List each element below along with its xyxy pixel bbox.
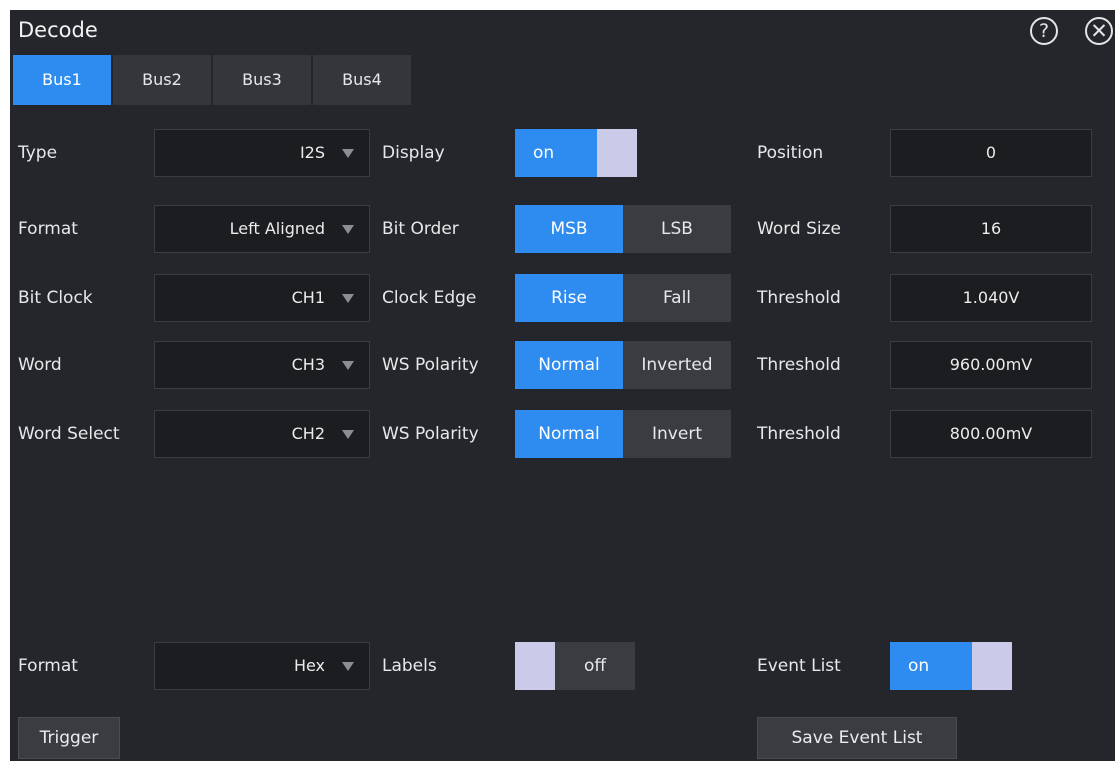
labels-label: Labels bbox=[382, 656, 437, 676]
ws-polarity-normal[interactable]: Normal bbox=[515, 410, 623, 458]
ws-polarity-invert[interactable]: Invert bbox=[623, 410, 731, 458]
display-format-value: Hex bbox=[293, 656, 325, 675]
word-label: Word bbox=[18, 355, 62, 375]
ws-polarity-label: WS Polarity bbox=[382, 424, 479, 444]
chevron-down-icon bbox=[342, 149, 354, 158]
labels-toggle-knob[interactable] bbox=[515, 642, 555, 690]
display-toggle[interactable]: on bbox=[515, 129, 597, 177]
word-select-dropdown[interactable]: CH2 bbox=[154, 410, 370, 458]
event-list-label: Event List bbox=[757, 656, 841, 676]
tab-bus3[interactable]: Bus3 bbox=[213, 55, 311, 105]
labels-toggle[interactable]: off bbox=[555, 642, 635, 690]
threshold-input[interactable]: 800.00mV bbox=[890, 410, 1092, 458]
save-event-list-button[interactable]: Save Event List bbox=[757, 717, 957, 759]
word-value: CH3 bbox=[291, 355, 325, 374]
close-icon[interactable]: ✕ bbox=[1085, 17, 1113, 45]
chevron-down-icon bbox=[342, 662, 354, 671]
clock-edge-label: Clock Edge bbox=[382, 288, 477, 308]
chevron-down-icon bbox=[342, 361, 354, 370]
format-value: Left Aligned bbox=[229, 219, 325, 238]
chevron-down-icon bbox=[342, 225, 354, 234]
bit-order-lsb[interactable]: LSB bbox=[623, 205, 731, 253]
event-list-toggle-knob[interactable] bbox=[972, 642, 1012, 690]
event-list-toggle[interactable]: on bbox=[890, 642, 972, 690]
position-input[interactable]: 0 bbox=[890, 129, 1092, 177]
ws-polarity-label: WS Polarity bbox=[382, 355, 479, 375]
format-label: Format bbox=[18, 219, 78, 239]
type-value: I2S bbox=[299, 143, 325, 162]
bit-clock-label: Bit Clock bbox=[18, 288, 93, 308]
threshold-label: Threshold bbox=[757, 355, 841, 375]
display-format-dropdown[interactable]: Hex bbox=[154, 642, 370, 690]
display-toggle-knob[interactable] bbox=[597, 129, 637, 177]
ws-polarity-normal[interactable]: Normal bbox=[515, 341, 623, 389]
word-select-value: CH2 bbox=[291, 424, 325, 443]
ws-polarity-inverted[interactable]: Inverted bbox=[623, 341, 731, 389]
tab-bus2[interactable]: Bus2 bbox=[113, 55, 211, 105]
display-label: Display bbox=[382, 143, 445, 163]
format-dropdown[interactable]: Left Aligned bbox=[154, 205, 370, 253]
bit-clock-value: CH1 bbox=[291, 288, 325, 307]
type-label: Type bbox=[18, 143, 58, 163]
bit-clock-dropdown[interactable]: CH1 bbox=[154, 274, 370, 322]
display-format-label: Format bbox=[18, 656, 78, 676]
clock-edge-rise[interactable]: Rise bbox=[515, 274, 623, 322]
word-size-label: Word Size bbox=[757, 219, 841, 239]
threshold-input[interactable]: 1.040V bbox=[890, 274, 1092, 322]
threshold-input[interactable]: 960.00mV bbox=[890, 341, 1092, 389]
tab-bus4[interactable]: Bus4 bbox=[313, 55, 411, 105]
word-size-input[interactable]: 16 bbox=[890, 205, 1092, 253]
decode-dialog: Decode ? ✕ Bus1 Bus2 Bus3 Bus4 Type Form… bbox=[10, 10, 1115, 761]
trigger-button[interactable]: Trigger bbox=[18, 717, 120, 759]
chevron-down-icon bbox=[342, 430, 354, 439]
word-dropdown[interactable]: CH3 bbox=[154, 341, 370, 389]
chevron-down-icon bbox=[342, 294, 354, 303]
help-icon[interactable]: ? bbox=[1030, 17, 1058, 45]
bit-order-label: Bit Order bbox=[382, 219, 459, 239]
clock-edge-fall[interactable]: Fall bbox=[623, 274, 731, 322]
tab-bus1[interactable]: Bus1 bbox=[13, 55, 111, 105]
bit-order-msb[interactable]: MSB bbox=[515, 205, 623, 253]
threshold-label: Threshold bbox=[757, 424, 841, 444]
type-dropdown[interactable]: I2S bbox=[154, 129, 370, 177]
position-label: Position bbox=[757, 143, 824, 163]
threshold-label: Threshold bbox=[757, 288, 841, 308]
dialog-title: Decode bbox=[18, 18, 98, 42]
word-select-label: Word Select bbox=[18, 424, 120, 444]
